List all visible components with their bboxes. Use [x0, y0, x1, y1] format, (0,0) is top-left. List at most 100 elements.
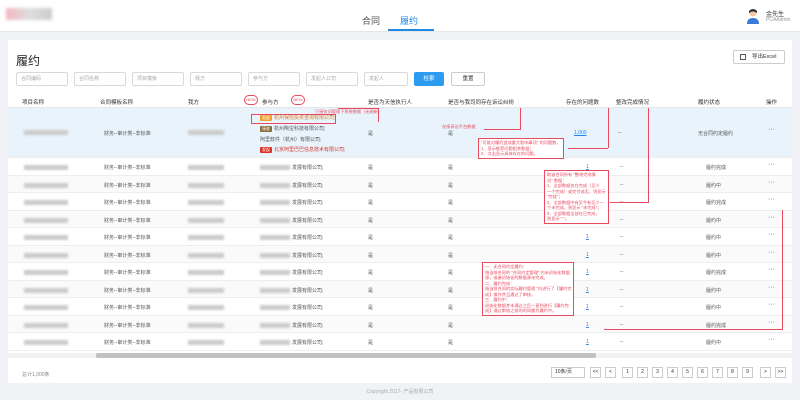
- table-row[interactable]: 财务--审计类--非标准发展有限公司;是是1--履约中···: [8, 298, 792, 316]
- issue-count-link[interactable]: 1: [586, 322, 589, 328]
- page-button[interactable]: 7: [712, 367, 723, 378]
- page-button[interactable]: 2: [637, 367, 648, 378]
- template-name: 财务--审计类--非标准: [104, 340, 151, 346]
- table-row[interactable]: 财务--审计类--非标准发展有限公司;是是1--履约完成···: [8, 193, 792, 211]
- annotation-line: [520, 108, 521, 130]
- page-button[interactable]: 3: [652, 367, 663, 378]
- search-button[interactable]: 检索: [414, 72, 444, 86]
- col-status[interactable]: 履约状态: [698, 98, 720, 106]
- executor-value: 是: [368, 305, 374, 311]
- col-executor[interactable]: 是否为天信执行人: [368, 98, 412, 106]
- more-actions-icon[interactable]: ···: [768, 301, 775, 308]
- filter-contract-code[interactable]: 合同编码: [16, 72, 68, 86]
- scrollbar-thumb[interactable]: [96, 353, 596, 358]
- more-actions-icon[interactable]: ···: [768, 214, 775, 221]
- rectify-value: --: [618, 130, 622, 136]
- participant-redacted: [260, 182, 290, 188]
- filter-initiator-company[interactable]: 发起人公司: [306, 72, 358, 86]
- more-actions-icon[interactable]: ···: [768, 284, 775, 291]
- more-actions-icon[interactable]: ···: [768, 249, 775, 256]
- table-row[interactable]: 财务--审计类--非标准发展有限公司;是是1--履约中···: [8, 228, 792, 246]
- participant-redacted: [260, 252, 290, 258]
- rectify-value: --: [620, 304, 624, 310]
- filter-project-template[interactable]: 项目模板: [132, 72, 184, 86]
- annotation-line: [484, 129, 520, 130]
- col-template-name[interactable]: 合同模板名称: [100, 98, 133, 106]
- page-button[interactable]: 6: [697, 367, 708, 378]
- status-value: 履约中: [706, 235, 722, 241]
- reset-button[interactable]: 重置: [451, 72, 485, 86]
- template-name: 财务--审计类--非标准: [104, 131, 151, 137]
- col-participants[interactable]: 参与方: [262, 98, 279, 106]
- filter-contract-name[interactable]: 合同名称: [74, 72, 126, 86]
- table-row[interactable]: 财务--审计类--非标准发展有限公司;是是1--履约中···: [8, 280, 792, 298]
- our-party-redacted: [188, 182, 224, 188]
- table-row[interactable]: 财务--审计类--非标准发展有限公司;是是1--履约中···: [8, 245, 792, 263]
- page-button[interactable]: 1: [622, 367, 633, 378]
- issue-count-link[interactable]: 1: [586, 252, 589, 258]
- issue-count-link[interactable]: 1: [586, 304, 589, 310]
- table-row[interactable]: 财务--审计类--非标准发展有限公司;是是1--履约中···: [8, 333, 792, 351]
- page-title: 履约: [16, 54, 41, 68]
- template-name: 财务--审计类--非标准: [104, 322, 151, 329]
- table-row[interactable]: 财务--审计类--非标准发展有限公司;是是1--履约完成···: [8, 315, 792, 333]
- project-name-redacted: [24, 322, 68, 328]
- issue-count-link[interactable]: 1,000: [574, 130, 587, 136]
- our-party-redacted: [188, 130, 224, 135]
- col-actions[interactable]: 操作: [766, 98, 777, 106]
- avatar[interactable]: [746, 8, 760, 24]
- rectify-value: --: [620, 181, 624, 188]
- more-actions-icon[interactable]: ···: [768, 196, 775, 203]
- more-actions-icon[interactable]: ···: [768, 336, 775, 343]
- horizontal-scrollbar[interactable]: [8, 353, 792, 358]
- our-party-redacted: [188, 270, 224, 275]
- more-actions-icon[interactable]: ···: [768, 319, 775, 326]
- table-row[interactable]: 财务--审计类--非标准发展有限公司;是是1--履约中···: [8, 210, 792, 228]
- issue-count-link[interactable]: 1: [586, 234, 589, 240]
- export-excel-button[interactable]: 导出Excel: [733, 50, 785, 64]
- more-actions-icon[interactable]: ···: [768, 179, 775, 186]
- page-button[interactable]: 5: [682, 367, 693, 378]
- more-actions-icon[interactable]: ···: [768, 231, 775, 238]
- issue-count-link[interactable]: 1: [586, 339, 589, 345]
- col-lawsuit[interactable]: 是否与我司同存在诉讼纠纷: [448, 98, 514, 106]
- prev-page-button[interactable]: <: [605, 367, 616, 378]
- last-page-button[interactable]: >>: [775, 367, 786, 378]
- next-page-button[interactable]: >: [760, 367, 771, 378]
- col-issue-count[interactable]: 存在的问题数: [566, 98, 599, 106]
- main-panel: 履约 导出Excel 合同编码 合同名称 项目模板 我方 参与方 发起人公司 发…: [8, 40, 792, 383]
- col-rectify[interactable]: 整改完成情况: [616, 98, 649, 106]
- filter-initiator[interactable]: 发起人: [364, 72, 408, 86]
- filter-participant[interactable]: 参与方: [248, 72, 300, 86]
- lawsuit-value: 是: [448, 270, 454, 276]
- tab-contract[interactable]: 合同: [362, 14, 380, 27]
- table-row[interactable]: 财务--审计类--非标准发展有限公司;是是1--履约完成···: [8, 158, 792, 176]
- executor-value: 是: [368, 165, 374, 171]
- more-actions-icon[interactable]: ···: [768, 161, 775, 168]
- filter-our-party[interactable]: 我方: [190, 72, 242, 86]
- table-row[interactable]: 财务--审计类--非标准 发起 杭州保险投资咨询有限公司; 接收 杭州陶宝科技有限公…: [8, 108, 792, 158]
- participant-4: 发起 北京阿里巴巴信息技术有限公司;: [260, 147, 346, 153]
- table-row[interactable]: 财务--审计类--非标准发展有限公司;是是1--履约中···: [8, 175, 792, 193]
- project-name-redacted: [24, 305, 68, 310]
- annotation-status-note: 一、无合同约定履约： 指当前合同的 "合同约定管理" 内未初始化数据 源，或者初…: [482, 262, 575, 316]
- annotation-issues-note: "可能对履约造成重大影响事项" 的问题数， 1、显示推荐问题相关数据； 2、点击…: [478, 138, 564, 159]
- template-name: 财务--审计类--非标准: [104, 217, 151, 224]
- more-actions-icon[interactable]: ···: [768, 126, 775, 133]
- issue-count-link[interactable]: 1: [586, 269, 589, 275]
- tab-performance[interactable]: 履约: [400, 14, 418, 27]
- page-button[interactable]: 8: [727, 367, 738, 378]
- page-button[interactable]: 4: [667, 367, 678, 378]
- more-actions-icon[interactable]: ···: [768, 266, 775, 273]
- page-size-select[interactable]: 10条/页: [551, 367, 585, 378]
- participant-name: 发展有限公司;: [292, 217, 324, 224]
- col-our-party[interactable]: 我方: [188, 98, 199, 106]
- page-button[interactable]: 9: [742, 367, 753, 378]
- table-row[interactable]: 财务--审计类--非标准发展有限公司;是是1--履约完成···: [8, 263, 792, 281]
- participant-name: 发展有限公司;: [292, 165, 324, 171]
- export-icon: [740, 54, 746, 60]
- issue-count-link[interactable]: 1: [586, 287, 589, 293]
- col-project-name[interactable]: 项目名称: [22, 98, 44, 106]
- first-page-button[interactable]: <<: [590, 367, 601, 378]
- status-value: 履约中: [706, 340, 722, 346]
